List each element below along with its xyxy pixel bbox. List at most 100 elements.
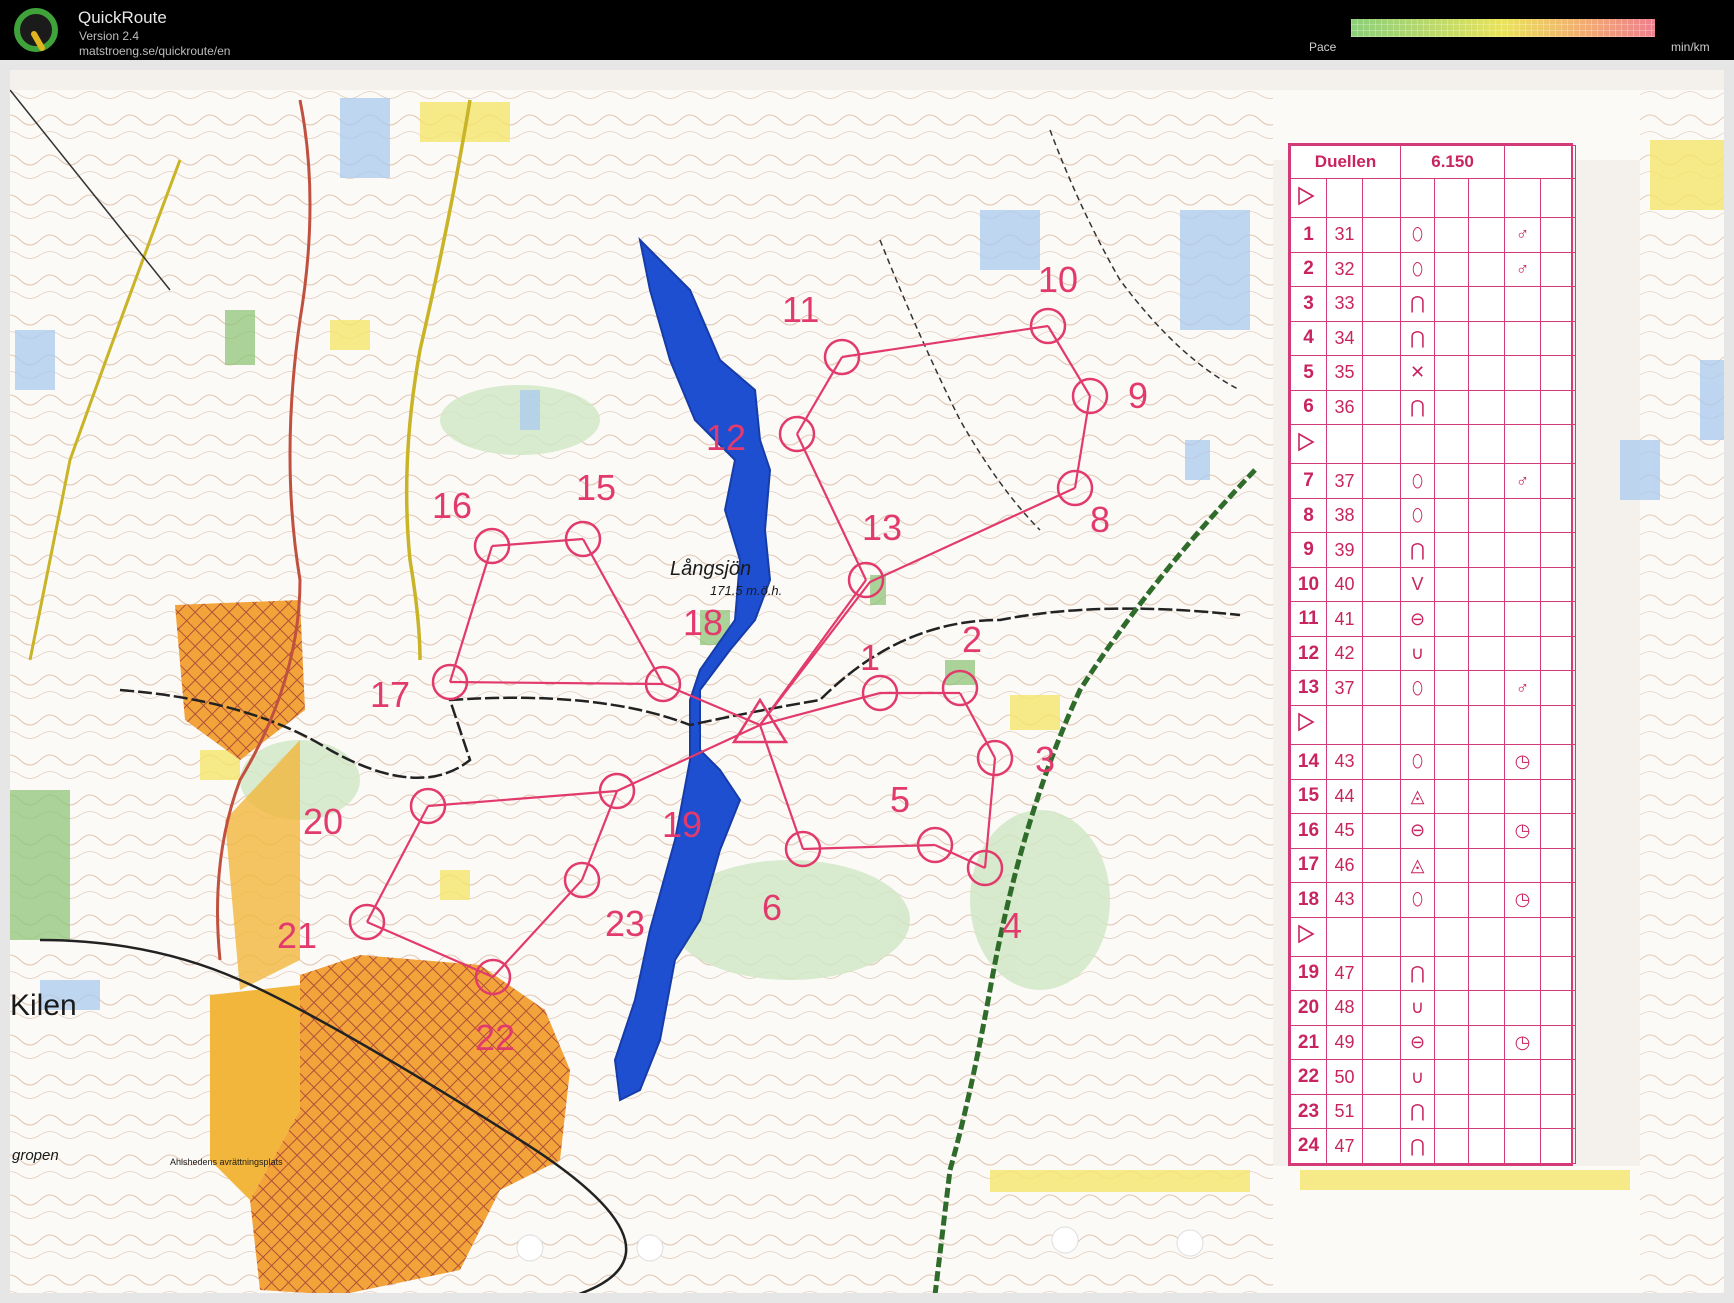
card-empty-cell [1540, 1128, 1577, 1164]
control-number: 3 [1290, 286, 1327, 322]
control-code: 49 [1326, 1024, 1363, 1061]
card-control-row: 23 51 ⋂ [1290, 1093, 1577, 1130]
control-label-1: 1 [860, 637, 880, 678]
control-number: 5 [1290, 355, 1327, 391]
card-control-row: 2 32 ⬯ ♂ [1290, 251, 1577, 288]
control-code: 50 [1326, 1059, 1363, 1095]
card-empty-cell [1540, 601, 1577, 637]
card-empty-cell [1434, 1128, 1470, 1164]
card-empty-cell [1468, 704, 1506, 746]
control-label-16: 16 [432, 485, 472, 526]
feature-symbol: ⋂ [1400, 320, 1436, 357]
card-empty-cell [1434, 251, 1470, 288]
control-code: 43 [1326, 882, 1363, 918]
card-empty-cell [1468, 916, 1506, 957]
top-bar: QuickRoute Version 2.4 matstroeng.se/qui… [0, 0, 1734, 60]
card-empty-cell [1434, 424, 1470, 465]
location-symbol: ♂ [1504, 670, 1542, 706]
card-control-row: 11 41 ⊖ [1290, 601, 1577, 637]
card-control-row: 13 37 ⬯ ♂ [1290, 670, 1577, 706]
card-empty-cell [1361, 355, 1402, 391]
control-number: 13 [1290, 670, 1327, 706]
control-code: 39 [1326, 532, 1363, 568]
card-empty-cell [1540, 532, 1577, 568]
card-empty-cell [1434, 1024, 1470, 1061]
card-empty-cell [1361, 389, 1402, 426]
card-empty-cell [1326, 916, 1363, 957]
card-length: 6.150 [1400, 145, 1506, 179]
card-empty-cell [1468, 217, 1506, 253]
location-symbol: ◷ [1504, 1024, 1542, 1061]
card-empty-cell [1468, 813, 1506, 849]
card-empty-cell [1540, 286, 1577, 322]
location-symbol [1504, 320, 1542, 357]
orienteering-map[interactable]: 1 2 3 4 5 6 8 9 10 11 12 13 15 16 17 18 … [0, 60, 1734, 1303]
control-code: 35 [1326, 355, 1363, 391]
location-symbol: ◷ [1504, 882, 1542, 918]
location-symbol [1504, 990, 1542, 1026]
card-empty-cell [1540, 355, 1577, 391]
control-label-3: 3 [1035, 739, 1055, 780]
card-empty-cell [1468, 566, 1506, 603]
control-label-4: 4 [1002, 905, 1022, 946]
card-control-row: 9 39 ⋂ [1290, 532, 1577, 568]
card-empty-cell [1504, 424, 1542, 465]
control-label-15: 15 [576, 467, 616, 508]
feature-symbol: ⬯ [1400, 251, 1436, 288]
control-code: 41 [1326, 601, 1363, 637]
feature-symbol: ⬯ [1400, 217, 1436, 253]
card-empty-cell [1540, 670, 1577, 706]
feature-symbol: ⬯ [1400, 497, 1436, 534]
card-empty-cell [1361, 916, 1402, 957]
card-empty-cell [1434, 813, 1470, 849]
pace-unit: min/km [1671, 40, 1710, 54]
feature-symbol: ⋂ [1400, 389, 1436, 426]
control-number: 9 [1290, 532, 1327, 568]
card-empty-cell [1540, 882, 1577, 918]
app-url[interactable]: matstroeng.se/quickroute/en [79, 44, 230, 58]
control-label-5: 5 [890, 779, 910, 820]
control-code: 38 [1326, 497, 1363, 534]
card-start-row [1290, 916, 1577, 957]
card-empty-cell [1468, 355, 1506, 391]
control-number: 22 [1290, 1059, 1327, 1095]
pace-label: Pace [1309, 40, 1337, 54]
control-code: 37 [1326, 463, 1363, 499]
place-label-elevation: 171.5 m.ö.h. [710, 583, 782, 598]
card-empty-cell [1540, 424, 1577, 465]
location-symbol [1504, 1093, 1542, 1130]
card-control-row: 5 35 ✕ [1290, 355, 1577, 391]
card-empty-cell [1540, 251, 1577, 288]
card-empty-cell [1468, 286, 1506, 322]
control-code: 31 [1326, 217, 1363, 253]
card-empty-cell [1434, 566, 1470, 603]
control-number: 16 [1290, 813, 1327, 849]
card-empty-cell [1361, 990, 1402, 1026]
control-number: 21 [1290, 1024, 1327, 1061]
location-symbol: ◷ [1504, 813, 1542, 849]
card-empty-cell [1361, 813, 1402, 849]
card-control-row: 8 38 ⬯ [1290, 497, 1577, 534]
card-start-row [1290, 424, 1577, 465]
card-empty-cell [1434, 635, 1470, 672]
control-label-22: 22 [475, 1017, 515, 1058]
control-code: 44 [1326, 778, 1363, 815]
control-label-21: 21 [277, 915, 317, 956]
card-control-row: 24 47 ⋂ [1290, 1128, 1577, 1164]
pace-color-scale [1351, 19, 1655, 37]
card-control-row: 10 40 V [1290, 566, 1577, 603]
control-number: 18 [1290, 882, 1327, 918]
feature-symbol: ⊖ [1400, 1024, 1436, 1061]
start-triangle-icon [1290, 424, 1327, 465]
location-symbol [1504, 497, 1542, 534]
card-empty-cell [1400, 916, 1436, 957]
card-empty-cell [1468, 847, 1506, 884]
location-symbol [1504, 286, 1542, 322]
card-control-row: 16 45 ⊖ ◷ [1290, 813, 1577, 849]
card-empty-cell [1434, 847, 1470, 884]
card-empty-cell [1540, 955, 1577, 992]
card-empty-cell [1400, 177, 1436, 219]
place-label-kilen: Kilen [10, 989, 77, 1022]
card-empty-cell [1434, 355, 1470, 391]
card-empty-cell [1434, 177, 1470, 219]
